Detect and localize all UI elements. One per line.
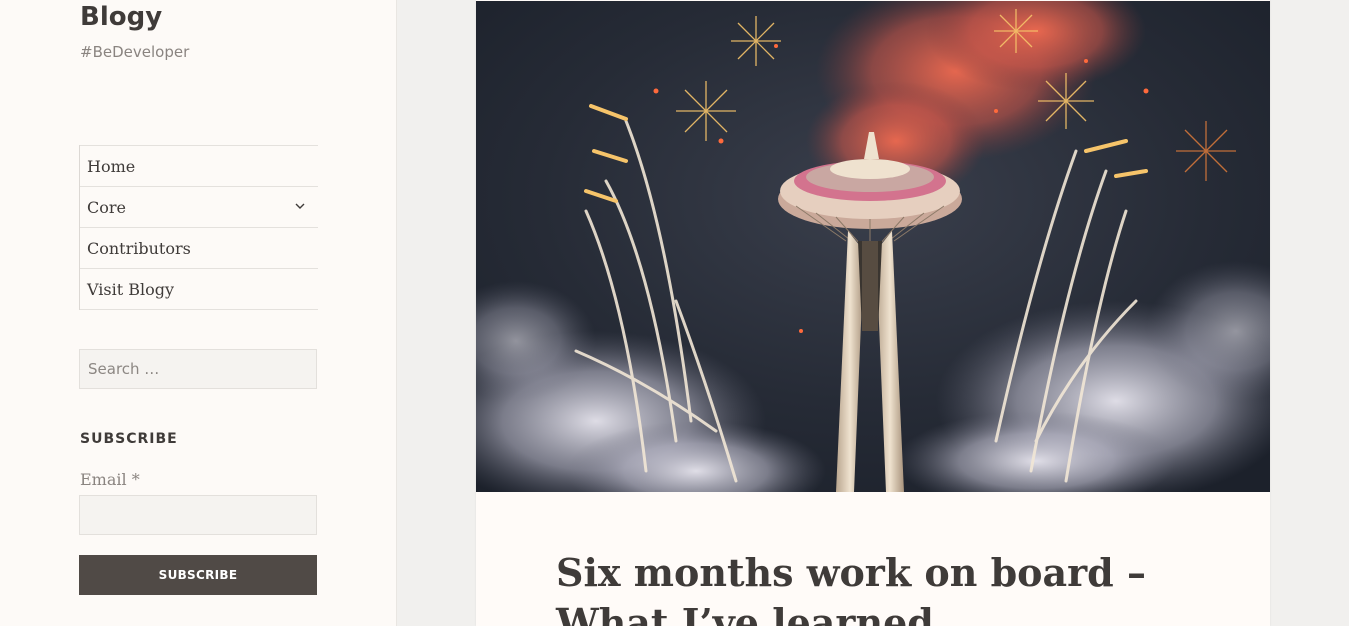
site-tagline: #BeDeveloper xyxy=(80,43,190,61)
site-title[interactable]: Blogy xyxy=(80,0,162,34)
subscribe-heading: SUBSCRIBE xyxy=(80,431,178,447)
fireworks-tower-image xyxy=(476,1,1270,492)
nav-item-visit-blogy[interactable]: Visit Blogy xyxy=(80,268,318,310)
main-navigation: Home Core Contributors Visit Blogy xyxy=(79,145,318,310)
nav-item-label: Core xyxy=(87,197,126,217)
nav-item-home[interactable]: Home xyxy=(80,145,318,186)
post-title[interactable]: Six months work on board – What I’ve lea… xyxy=(556,548,1196,626)
email-label: Email * xyxy=(80,470,140,489)
subscribe-button[interactable]: SUBSCRIBE xyxy=(79,555,317,595)
nav-item-core[interactable]: Core xyxy=(80,186,318,227)
post-article: Six months work on board – What I’ve lea… xyxy=(476,0,1270,626)
search-input[interactable] xyxy=(79,349,317,389)
featured-image[interactable] xyxy=(476,1,1270,492)
email-field[interactable] xyxy=(79,495,317,535)
page: Blogy #BeDeveloper Home Core Contributor… xyxy=(0,0,1349,626)
nav-item-contributors[interactable]: Contributors xyxy=(80,227,318,268)
nav-item-label: Visit Blogy xyxy=(87,279,175,299)
chevron-down-icon[interactable] xyxy=(292,198,308,214)
sidebar: Blogy #BeDeveloper Home Core Contributor… xyxy=(0,0,397,626)
nav-item-label: Contributors xyxy=(87,238,191,258)
nav-item-label: Home xyxy=(87,156,136,176)
